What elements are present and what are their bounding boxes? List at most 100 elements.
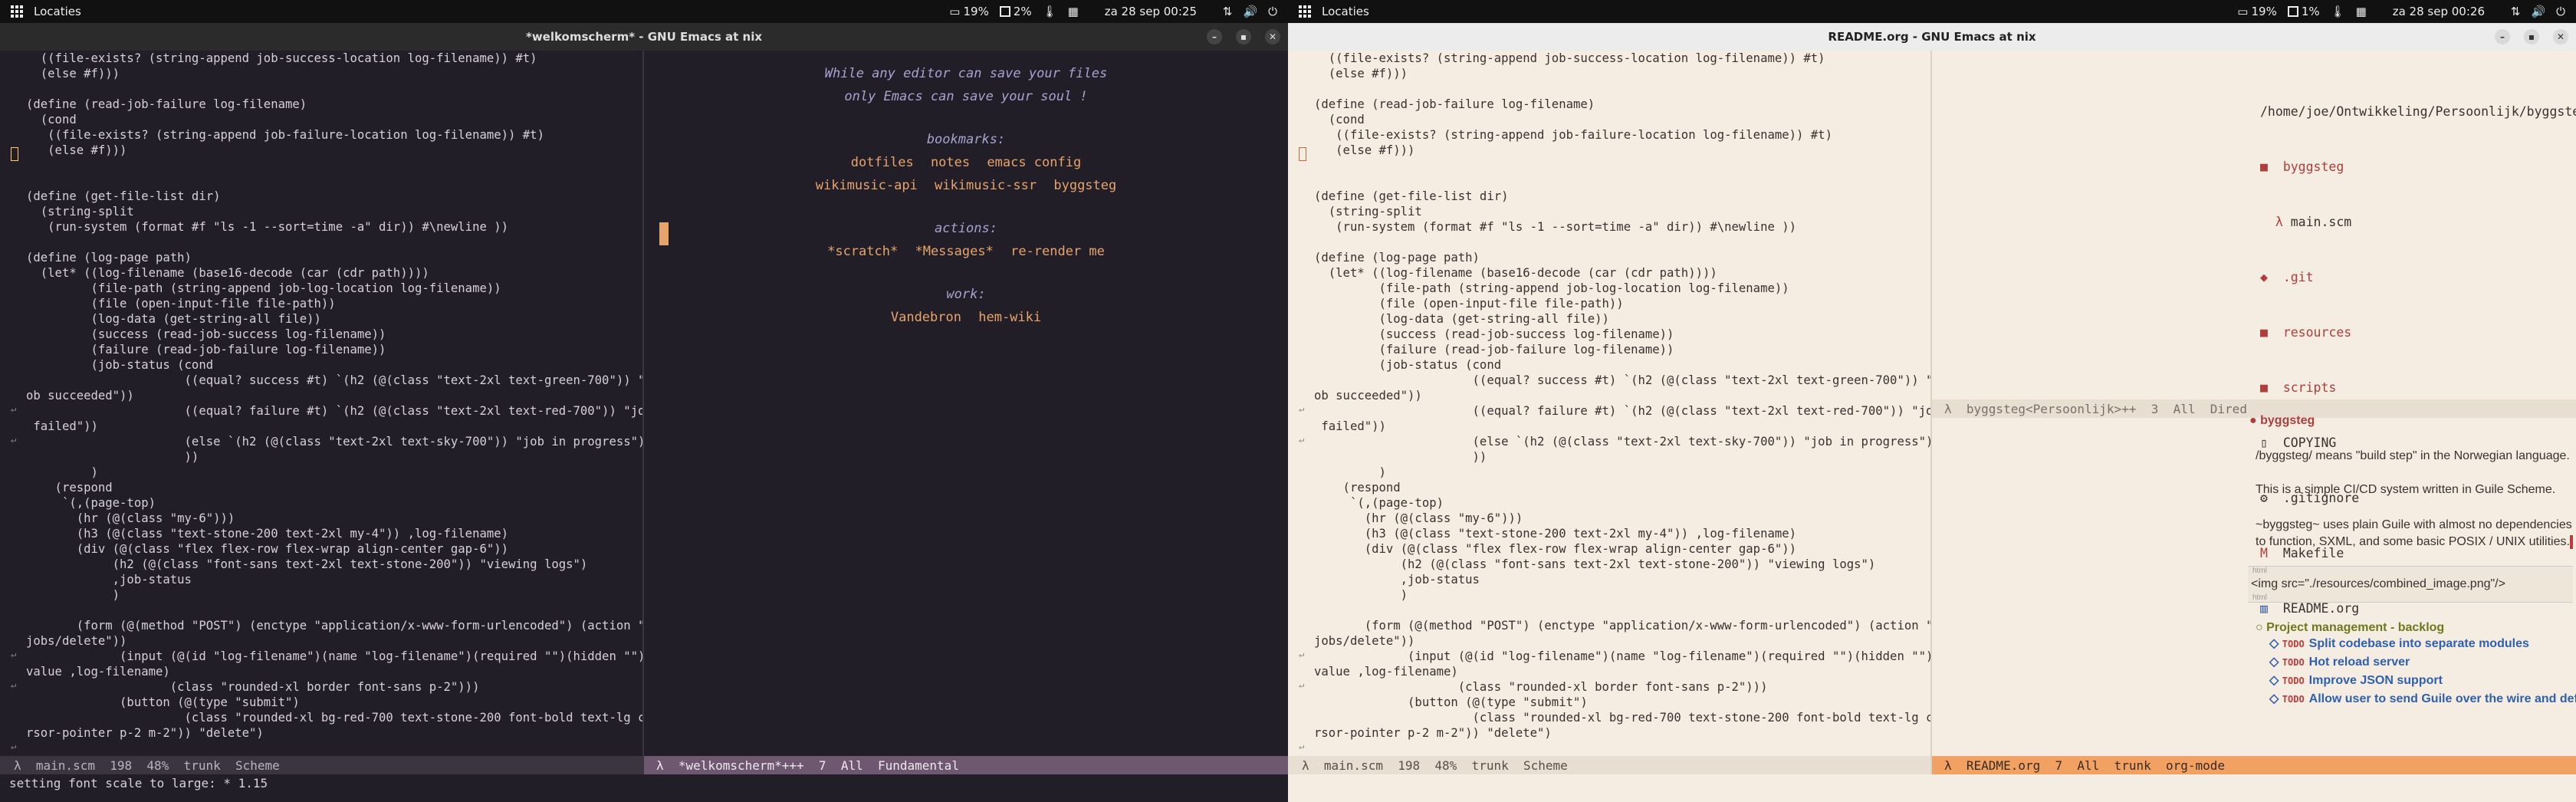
code-line[interactable]: (else `(h2 (@(class "text-2xl text-sky-7…	[26, 434, 642, 449]
code-line[interactable]: jobs/delete"))	[1314, 633, 1930, 649]
code-line[interactable]: ((equal? failure #t) `(h2 (@(class "text…	[26, 403, 642, 419]
code-line[interactable]: (form (@(method "POST") (enctype "applic…	[26, 618, 642, 633]
code-line[interactable]: (hr (@(class "my-6")))	[1314, 511, 1930, 526]
code-line[interactable]: (respond	[26, 480, 642, 495]
power-icon[interactable]: ⏻	[1268, 5, 1277, 18]
code-line[interactable]: (h3 (@(class "text-stone-200 text-2xl my…	[1314, 526, 1930, 541]
code-line[interactable]: (class "rounded-xl border font-sans p-2"…	[1314, 679, 1930, 695]
clock[interactable]: za 28 sep 00:26	[2377, 5, 2500, 18]
code-line[interactable]: )	[1314, 587, 1930, 603]
code-line[interactable]: jobs/delete"))	[26, 633, 642, 649]
code-line[interactable]: (let* ((log-filename (base16-decode (car…	[26, 265, 642, 281]
maximize-button[interactable]: ▪	[1236, 29, 1251, 44]
code-line[interactable]: (cond	[1314, 112, 1930, 127]
code-line[interactable]	[1314, 173, 1930, 189]
cpu-indicator[interactable]: 1%	[2287, 5, 2320, 18]
code-line[interactable]: (string-split	[1314, 204, 1930, 219]
code-line[interactable]: failed"))	[26, 419, 642, 434]
code-line[interactable]: (run-system (format #f "ls -1 --sort=tim…	[26, 219, 642, 235]
code-line[interactable]: ))	[26, 449, 642, 465]
action-link[interactable]: *scratch*	[827, 244, 898, 259]
code-line[interactable]: (file-path (string-append job-log-locati…	[1314, 281, 1930, 296]
code-line[interactable]: (else #f)))	[1314, 66, 1930, 81]
code-window[interactable]: ((file-exists? (string-append job-succes…	[1288, 51, 1930, 756]
echo-area[interactable]: setting font scale to large: * 1.15	[9, 776, 268, 790]
minimize-button[interactable]: –	[1207, 29, 1222, 44]
code-line[interactable]: `(,(page-top)	[26, 495, 642, 511]
dired-entry[interactable]: ■ scripts	[2260, 379, 2576, 397]
app-grid-icon[interactable]	[1299, 5, 1311, 18]
code-line[interactable]: (input (@(id "log-filename")(name "log-f…	[1314, 649, 1930, 664]
bookmark-link[interactable]: wikimusic-ssr	[935, 178, 1037, 193]
code-line[interactable]: (class "rounded-xl bg-red-700 text-stone…	[1314, 710, 1930, 725]
code-line[interactable]: ob succeeded"))	[26, 388, 642, 403]
code-line[interactable]	[26, 173, 642, 189]
workspace-label[interactable]: Locaties	[1322, 5, 1369, 18]
code-line[interactable]	[1314, 235, 1930, 250]
work-link[interactable]: Vandebron	[891, 310, 961, 325]
html-src-block[interactable]: html <img src="./resources/combined_imag…	[2248, 566, 2573, 603]
code-line[interactable]: (input (@(id "log-filename")(name "log-f…	[26, 649, 642, 664]
code-line[interactable]	[26, 81, 642, 97]
volume-icon[interactable]: 🔊	[2531, 5, 2545, 18]
code-line[interactable]: (button (@(type "submit")	[26, 695, 642, 710]
code-modeline[interactable]: λ main.scm 198 48% trunk Scheme	[1288, 756, 1930, 774]
code-line[interactable]: (else #f)))	[26, 143, 642, 158]
maximize-button[interactable]: ▪	[2524, 29, 2539, 44]
code-line[interactable]: (div (@(class "flex flex-row flex-wrap a…	[26, 541, 642, 557]
code-line[interactable]: (respond	[1314, 480, 1930, 495]
code-line[interactable]	[26, 235, 642, 250]
bookmark-link[interactable]: wikimusic-api	[816, 178, 918, 193]
code-line[interactable]: (failure (read-job-failure log-filename)…	[26, 342, 642, 357]
code-line[interactable]: ((equal? success #t) `(h2 (@(class "text…	[1314, 373, 1930, 388]
code-buffer[interactable]: ((file-exists? (string-append job-succes…	[0, 51, 642, 741]
bookmark-link[interactable]: emacs config	[987, 155, 1081, 170]
code-line[interactable]: ,job-status	[26, 572, 642, 587]
code-line[interactable]: ((equal? failure #t) `(h2 (@(class "text…	[1314, 403, 1930, 419]
code-line[interactable]: (else #f)))	[1314, 143, 1930, 158]
code-line[interactable]: (define (read-job-failure log-filename)	[26, 97, 642, 112]
todo-item[interactable]: ◇ TODO Split codebase into separate modul…	[2269, 635, 2576, 653]
todo-item[interactable]: ◇ TODO Hot reload server	[2269, 653, 2576, 672]
code-line[interactable]: (define (log-page path)	[26, 250, 642, 265]
work-link[interactable]: hem-wiki	[978, 310, 1041, 325]
code-line[interactable]: ((file-exists? (string-append job-failur…	[26, 127, 642, 143]
bookmark-link[interactable]: byggsteg	[1053, 178, 1116, 193]
code-line[interactable]: )	[26, 465, 642, 480]
code-line[interactable]: value ,log-filename)	[26, 664, 642, 679]
bookmark-link[interactable]: notes	[931, 155, 970, 170]
code-line[interactable]: `(,(page-top)	[1314, 495, 1930, 511]
code-line[interactable]: (file-path (string-append job-log-locati…	[26, 281, 642, 296]
code-line[interactable]: ,job-status	[1314, 572, 1930, 587]
app-grid-icon[interactable]	[11, 5, 23, 18]
network-icon[interactable]: ⇅	[2511, 5, 2521, 18]
todo-item[interactable]: ◇ TODO Allow user to send Guile over the …	[2269, 690, 2576, 708]
code-line[interactable]: (form (@(method "POST") (enctype "applic…	[1314, 618, 1930, 633]
code-modeline[interactable]: λ main.scm 198 48% trunk Scheme	[0, 756, 642, 774]
battery-indicator[interactable]: ▭ 19%	[949, 5, 989, 18]
code-line[interactable]: (define (get-file-list dir)	[1314, 189, 1930, 204]
code-line[interactable]: (div (@(class "flex flex-row flex-wrap a…	[1314, 541, 1930, 557]
code-line[interactable]: ((file-exists? (string-append job-succes…	[26, 51, 642, 66]
code-line[interactable]	[1314, 81, 1930, 97]
code-line[interactable]: (cond	[26, 112, 642, 127]
thermometer-icon[interactable]: 🌡	[2331, 5, 2345, 18]
clock[interactable]: za 28 sep 00:25	[1089, 5, 1212, 18]
code-line[interactable]: (success (read-job-success log-filename)…	[26, 327, 642, 342]
code-line[interactable]: (string-split	[26, 204, 642, 219]
code-line[interactable]: (else #f)))	[26, 66, 642, 81]
bookmark-link[interactable]: dotfiles	[851, 155, 914, 170]
code-line[interactable]: (define (read-job-failure log-filename)	[1314, 97, 1930, 112]
code-line[interactable]: (job-status (cond	[26, 357, 642, 373]
code-line[interactable]: (h2 (@(class "font-sans text-2xl text-st…	[1314, 557, 1930, 572]
volume-icon[interactable]: 🔊	[1243, 5, 1257, 18]
code-line[interactable]: rsor-pointer p-2 m-2")) "delete")	[26, 725, 642, 741]
org-modeline[interactable]: λ README.org 7 All trunk org-mode	[1932, 756, 2576, 774]
code-line[interactable]: (class "rounded-xl border font-sans p-2"…	[26, 679, 642, 695]
code-line[interactable]: (file (open-input-file file-path))	[26, 296, 642, 311]
code-line[interactable]: (h2 (@(class "font-sans text-2xl text-st…	[26, 557, 642, 572]
code-line[interactable]: )	[1314, 465, 1930, 480]
code-line[interactable]: (else `(h2 (@(class "text-2xl text-sky-7…	[1314, 434, 1930, 449]
code-line[interactable]: ((equal? success #t) `(h2 (@(class "text…	[26, 373, 642, 388]
network-icon[interactable]: ⇅	[1223, 5, 1233, 18]
